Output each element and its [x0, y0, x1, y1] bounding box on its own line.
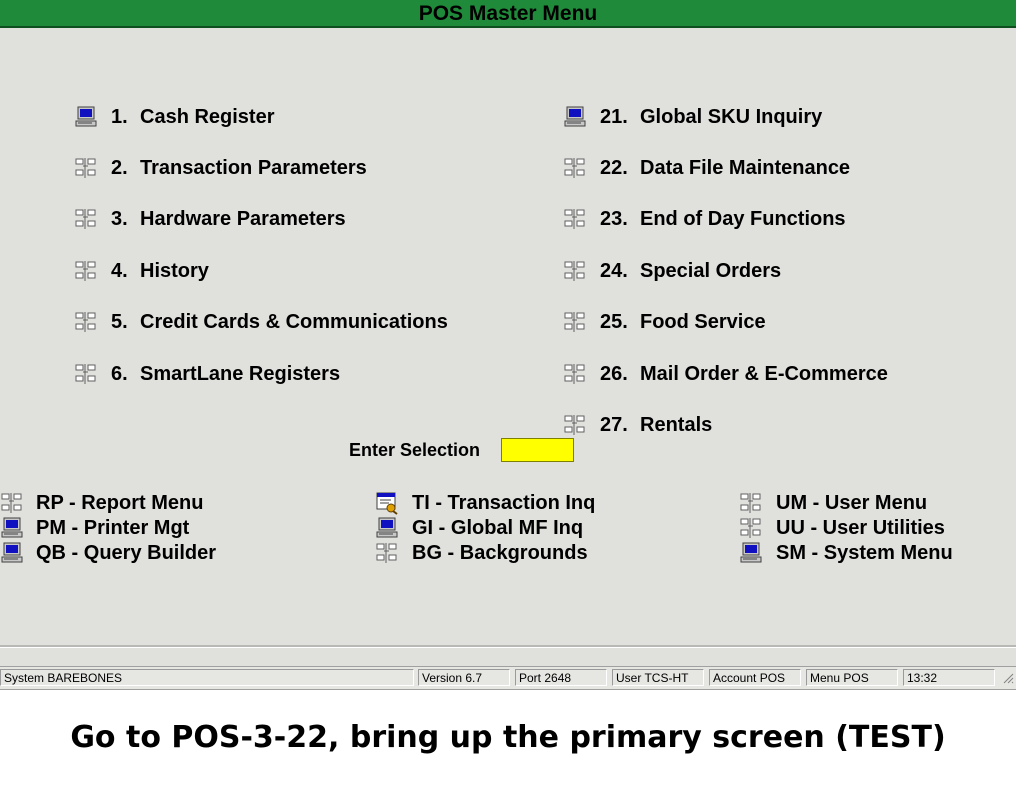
- shortcut-label: BG - Backgrounds: [412, 542, 588, 564]
- submenu-icon: [563, 156, 587, 180]
- menu-item-special-orders[interactable]: 24. Special Orders: [563, 256, 923, 286]
- shortcut-label: TI - Transaction Inq: [412, 492, 596, 514]
- shortcut-label: UM - User Menu: [776, 492, 928, 514]
- menu-item-credit-cards[interactable]: 5. Credit Cards & Communications: [74, 307, 474, 337]
- shortcut-label: GI - Global MF Inq: [412, 517, 584, 539]
- computer-icon: [74, 105, 98, 129]
- menu-item-global-sku-inquiry[interactable]: 21. Global SKU Inquiry: [563, 102, 923, 132]
- submenu-icon: [739, 516, 763, 540]
- submenu-icon: [563, 207, 587, 231]
- menu-item-label: Transaction Parameters: [140, 156, 367, 179]
- submenu-icon: [563, 413, 587, 437]
- menu-item-number: 23.: [600, 207, 628, 230]
- selection-input[interactable]: [501, 438, 574, 462]
- menu-item-label: Food Service: [640, 310, 766, 333]
- enter-selection-label: Enter Selection: [349, 440, 481, 460]
- menu-item-number: 25.: [600, 310, 628, 333]
- menu-item-label: End of Day Functions: [640, 207, 846, 230]
- menu-item-history[interactable]: 4. History: [74, 256, 434, 286]
- menu-item-hardware-parameters[interactable]: 3. Hardware Parameters: [74, 204, 434, 234]
- shortcut-label: PM - Printer Mgt: [36, 517, 190, 539]
- shortcut-printer-mgt[interactable]: PM - Printer Mgt: [0, 515, 230, 541]
- computer-icon: [563, 105, 587, 129]
- menu-item-label: Hardware Parameters: [140, 207, 346, 230]
- menu-item-label: Special Orders: [640, 259, 782, 282]
- menu-item-number: 6.: [111, 362, 128, 385]
- window-title: POS Master Menu: [0, 0, 1016, 28]
- shortcut-user-utilities[interactable]: UU - User Utilities: [739, 515, 969, 541]
- submenu-icon: [74, 207, 98, 231]
- computer-icon: [375, 516, 399, 540]
- shortcut-report-menu[interactable]: RP - Report Menu: [0, 490, 230, 516]
- menu-item-label: Mail Order & E-Commerce: [640, 362, 888, 385]
- computer-icon: [0, 516, 24, 540]
- submenu-icon: [74, 259, 98, 283]
- menu-item-number: 3.: [111, 207, 128, 230]
- menu-item-rentals[interactable]: 27. Rentals: [563, 410, 923, 440]
- menu-item-label: Cash Register: [140, 105, 275, 128]
- shortcut-label: SM - System Menu: [776, 542, 953, 564]
- status-user: User TCS-HT: [612, 669, 704, 686]
- menu-item-label: Global SKU Inquiry: [640, 105, 823, 128]
- inquiry-icon: [375, 491, 399, 515]
- status-port: Port 2648: [515, 669, 607, 686]
- submenu-icon: [0, 491, 24, 515]
- menu-item-label: SmartLane Registers: [140, 362, 341, 385]
- shortcut-label: QB - Query Builder: [36, 542, 217, 564]
- shortcut-system-menu[interactable]: SM - System Menu: [739, 540, 969, 566]
- menu-item-number: 27.: [600, 413, 628, 436]
- submenu-icon: [375, 541, 399, 565]
- menu-item-number: 4.: [111, 259, 128, 282]
- status-bar: System BAREBONES Version 6.7 Port 2648 U…: [0, 666, 1016, 690]
- status-version: Version 6.7: [418, 669, 510, 686]
- shortcut-label: UU - User Utilities: [776, 517, 945, 539]
- computer-icon: [0, 541, 24, 565]
- menu-item-smartlane-registers[interactable]: 6. SmartLane Registers: [74, 359, 434, 389]
- shortcut-user-menu[interactable]: UM - User Menu: [739, 490, 969, 516]
- menu-item-data-file-maintenance[interactable]: 22. Data File Maintenance: [563, 153, 923, 183]
- menu-item-mail-order[interactable]: 26. Mail Order & E-Commerce: [563, 359, 923, 389]
- status-system: System BAREBONES: [0, 669, 414, 686]
- menu-item-number: 5.: [111, 310, 128, 333]
- shortcut-label: RP - Report Menu: [36, 492, 204, 514]
- submenu-icon: [74, 310, 98, 334]
- submenu-icon: [739, 491, 763, 515]
- shortcut-query-builder[interactable]: QB - Query Builder: [0, 540, 230, 566]
- menu-item-label: Data File Maintenance: [640, 156, 851, 179]
- submenu-icon: [74, 156, 98, 180]
- menu-item-label: Credit Cards & Communications: [140, 310, 448, 333]
- status-menu: Menu POS: [806, 669, 898, 686]
- status-account: Account POS: [709, 669, 801, 686]
- menu-item-number: 21.: [600, 105, 628, 128]
- submenu-icon: [563, 310, 587, 334]
- menu-item-number: 22.: [600, 156, 628, 179]
- menu-item-transaction-parameters[interactable]: 2. Transaction Parameters: [74, 153, 434, 183]
- menu-item-end-of-day-functions[interactable]: 23. End of Day Functions: [563, 204, 923, 234]
- menu-item-number: 2.: [111, 156, 128, 179]
- menu-item-label: History: [140, 259, 209, 282]
- divider: [0, 645, 1016, 648]
- status-time: 13:32: [903, 669, 995, 686]
- menu-item-number: 24.: [600, 259, 628, 282]
- submenu-icon: [74, 362, 98, 386]
- menu-item-food-service[interactable]: 25. Food Service: [563, 307, 923, 337]
- submenu-icon: [563, 259, 587, 283]
- menu-item-number: 26.: [600, 362, 628, 385]
- instruction-caption: Go to POS-3-22, bring up the primary scr…: [70, 720, 946, 755]
- submenu-icon: [563, 362, 587, 386]
- resize-grip-icon[interactable]: [1002, 671, 1014, 684]
- menu-item-number: 1.: [111, 105, 128, 128]
- computer-icon: [739, 541, 763, 565]
- menu-item-cash-register[interactable]: 1. Cash Register: [74, 102, 434, 132]
- pos-application-window: POS Master Menu 1. Cash Register 2. Tran…: [0, 0, 1016, 690]
- shortcut-transaction-inq[interactable]: TI - Transaction Inq: [375, 490, 615, 516]
- menu-item-label: Rentals: [640, 413, 713, 436]
- shortcut-global-mf-inq[interactable]: GI - Global MF Inq: [375, 515, 615, 541]
- shortcut-backgrounds[interactable]: BG - Backgrounds: [375, 540, 615, 566]
